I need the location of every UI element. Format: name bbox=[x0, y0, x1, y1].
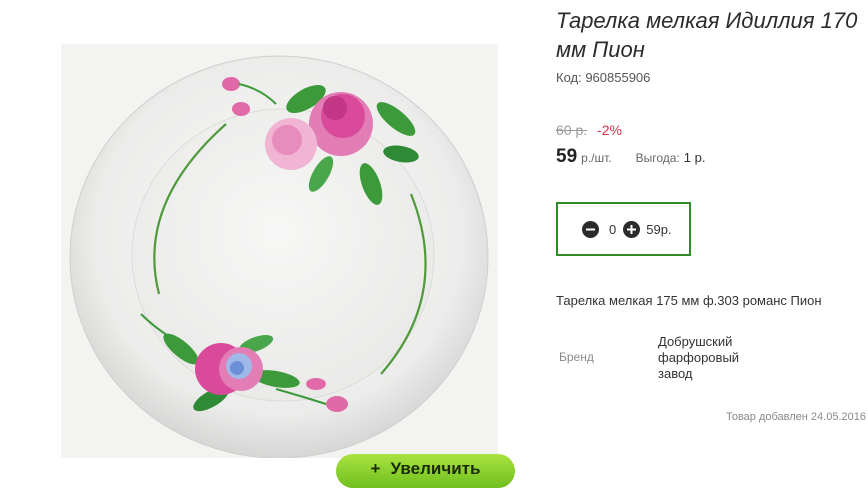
price-value: 59 bbox=[556, 146, 578, 167]
product-code: Код: 960855906 bbox=[556, 70, 651, 85]
cart-sum: 59р. bbox=[646, 221, 672, 237]
plus-circle-icon[interactable] bbox=[623, 220, 641, 238]
quantity-value: 0 bbox=[609, 221, 617, 237]
cart-quantity-box: 0 59р. bbox=[556, 202, 691, 256]
price-row: 59 р./шт. Выгода: 1 р. bbox=[556, 146, 705, 168]
product-title: Тарелка мелкая Идиллия 170 мм Пион bbox=[556, 8, 858, 62]
discount-badge: -2% bbox=[597, 122, 622, 138]
zoom-button[interactable]: + Увеличить bbox=[336, 454, 515, 488]
zoom-plus-icon: + bbox=[370, 459, 381, 478]
benefit-value: 1 р. bbox=[683, 150, 706, 165]
old-price-row: 60 р. -2% bbox=[556, 122, 622, 138]
price-unit: р./шт. bbox=[581, 151, 612, 165]
added-date: Товар добавлен 24.05.2016 bbox=[725, 411, 866, 423]
benefit-label: Выгода: bbox=[635, 151, 680, 165]
plate-illustration bbox=[69, 55, 489, 458]
minus-circle-icon[interactable] bbox=[582, 220, 599, 238]
product-description: Тарелка мелкая 175 мм ф.303 романс Пион bbox=[556, 293, 822, 308]
brand-label: Бренд bbox=[559, 350, 594, 364]
zoom-button-label: Увеличить bbox=[390, 459, 481, 478]
old-price: 60 р. bbox=[556, 122, 588, 138]
product-image[interactable] bbox=[61, 44, 498, 458]
brand-value[interactable]: Добрушский фарфоровый завод bbox=[658, 334, 768, 382]
